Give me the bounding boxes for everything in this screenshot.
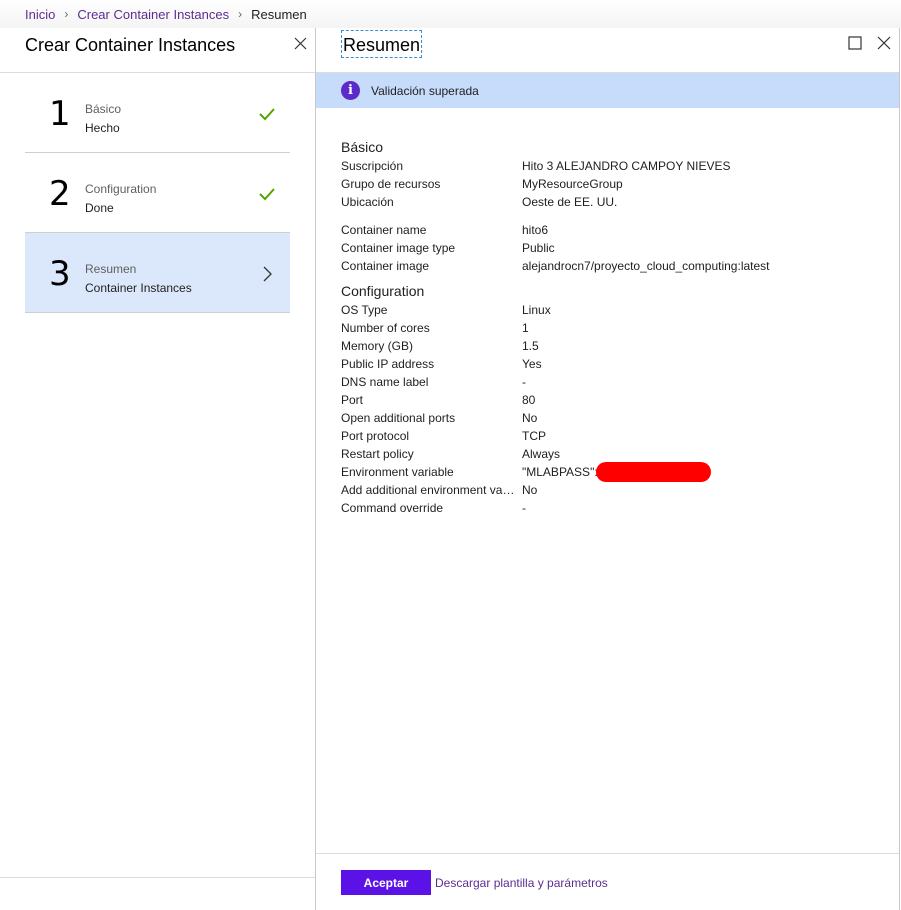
row-key: Container name [341,223,427,237]
summary-row: Container name hito6 [341,221,891,239]
check-icon [259,188,275,201]
row-value: Yes [522,357,542,371]
section-title-configuration: Configuration [341,283,425,299]
step-title: Configuration [85,182,157,196]
accept-button[interactable]: Aceptar [341,870,431,895]
row-key: Restart policy [341,447,414,461]
divider [0,877,315,878]
row-key: Open additional ports [341,411,456,425]
row-value: 1.5 [522,339,539,353]
chevron-right-icon [263,266,272,282]
summary-row: DNS name label - [341,373,891,391]
summary-row: Port 80 [341,391,891,409]
row-value: Public [522,241,555,255]
breadcrumb-inicio[interactable]: Inicio [25,7,55,22]
row-key: Memory (GB) [341,339,413,353]
row-value: - [522,501,526,515]
summary-row: Number of cores 1 [341,319,891,337]
row-value: Hito 3 ALEJANDRO CAMPOY NIEVES [522,159,731,173]
summary-row: Public IP address Yes [341,355,891,373]
row-value: Linux [522,303,551,317]
row-value: TCP [522,429,546,443]
step-subtitle: Done [85,201,114,215]
summary-row: Ubicación Oeste de EE. UU. [341,193,891,211]
row-value: MyResourceGroup [522,177,623,191]
chevron-right-icon: › [238,7,243,21]
row-key: Grupo de recursos [341,177,441,191]
breadcrumb-crear-container-instances[interactable]: Crear Container Instances [77,7,229,22]
row-value-container: "MLABPASS": [522,462,711,482]
step-subtitle: Hecho [85,121,120,135]
divider [316,853,899,854]
banner-text: Validación superada [371,83,479,98]
row-value: 1 [522,321,529,335]
blade-border [899,28,900,910]
row-value: Always [522,447,561,461]
summary-row: Add additional environment variables No [341,481,891,499]
validation-banner: i Validación superada [316,73,899,108]
row-value: No [522,483,538,497]
row-key: Ubicación [341,195,394,209]
page-title: Resumen [341,30,423,58]
row-key: OS Type [341,303,388,317]
step-number: 1 [49,94,71,134]
summary-row: Container image type Public [341,239,891,257]
section-title-basico: Básico [341,139,384,155]
step-subtitle: Container Instances [85,281,192,295]
summary-row: Command override - [341,499,891,517]
summary-row: Memory (GB) 1.5 [341,337,891,355]
summary-row: Container image alejandrocn7/proyecto_clo… [341,257,891,275]
row-value: Oeste de EE. UU. [522,195,618,209]
summary-row: Open additional ports No [341,409,891,427]
step-number: 2 [49,174,71,214]
row-key: Add additional environment variables [341,483,522,497]
summary-content: Básico Suscripción Hito 3 ALEJANDRO CAMPO… [341,139,891,517]
maximize-icon[interactable] [848,36,862,50]
row-value: hito6 [522,223,549,237]
wizard-blade: Crear Container Instances 1 Básico Hecho… [0,28,315,910]
basic-group-1: Suscripción Hito 3 ALEJANDRO CAMPOY NIEVE… [341,157,891,211]
row-key: Number of cores [341,321,430,335]
wizard-title: Crear Container Instances [25,35,236,55]
breadcrumb: Inicio › Crear Container Instances › Res… [0,0,901,28]
wizard-step-resumen[interactable]: 3 Resumen Container Instances [25,233,290,313]
row-value: No [522,411,538,425]
step-title: Básico [85,102,122,116]
chevron-right-icon: › [64,7,69,21]
download-template-link[interactable]: Descargar plantilla y parámetros [435,876,608,890]
row-value: "MLABPASS": [522,465,598,479]
summary-row: Grupo de recursos MyResourceGroup [341,175,891,193]
breadcrumb-resumen: Resumen [251,6,307,22]
row-key: Public IP address [341,357,435,371]
basic-group-2: Container name hito6 Container image type… [341,221,891,275]
wizard-steps: 1 Básico Hecho 2 Configuration Done 3 Re… [25,73,290,313]
wizard-step-configuration[interactable]: 2 Configuration Done [25,153,290,233]
row-key: Command override [341,501,444,515]
wizard-step-basico[interactable]: 1 Básico Hecho [25,73,290,153]
row-key: Container image type [341,241,456,255]
row-key: DNS name label [341,375,429,389]
redaction-mark [595,462,711,482]
summary-row: Restart policy Always [341,445,891,463]
row-key: Environment variable [341,465,454,479]
summary-row: OS Type Linux [341,301,891,319]
close-icon[interactable] [876,35,892,51]
info-icon: i [341,81,360,100]
row-value: - [522,375,526,389]
summary-row: Suscripción Hito 3 ALEJANDRO CAMPOY NIEVE… [341,157,891,175]
configuration-group: OS Type Linux Number of cores 1 Memory (GB… [341,301,891,517]
close-icon[interactable] [292,35,308,51]
summary-row: Port protocol TCP [341,427,891,445]
row-key: Port [341,393,364,407]
summary-row: Environment variable "MLABPASS": [341,462,891,482]
step-title: Resumen [85,262,137,276]
check-icon [259,108,275,121]
step-number: 3 [49,254,71,294]
row-value: alejandrocn7/proyecto_cloud_computing:la… [522,259,770,273]
row-key: Port protocol [341,429,410,443]
row-value: 80 [522,393,536,407]
row-key: Suscripción [341,159,404,173]
summary-blade: Resumen i Validación superada Básico Sus… [316,28,899,910]
row-key: Container image [341,259,430,273]
